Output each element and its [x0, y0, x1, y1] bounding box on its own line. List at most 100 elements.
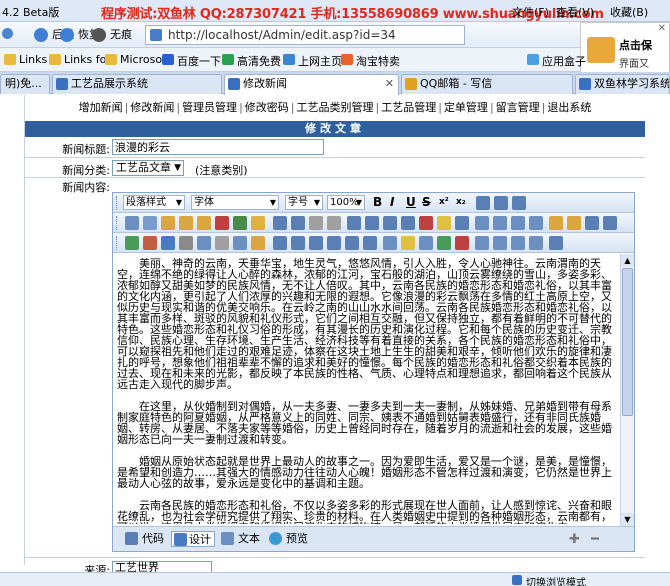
- news-title-input[interactable]: [112, 139, 324, 155]
- underline-icon[interactable]: U: [406, 195, 416, 210]
- nav-logout[interactable]: 退出系统: [547, 101, 591, 114]
- tab-study-system[interactable]: 双鱼林学习系统: [575, 74, 670, 94]
- image-icon[interactable]: [125, 236, 139, 250]
- address-bar[interactable]: [145, 25, 465, 45]
- check-icon[interactable]: [233, 216, 247, 230]
- bookmark-item[interactable]: 百度一下: [162, 53, 221, 69]
- form-icon[interactable]: [549, 216, 563, 230]
- menu-favorites[interactable]: 收藏(B): [610, 4, 648, 20]
- merge-cells-icon[interactable]: [529, 216, 543, 230]
- template-icon[interactable]: [251, 236, 265, 250]
- indent-icon[interactable]: [401, 216, 415, 230]
- link-icon[interactable]: [327, 236, 341, 250]
- print-icon[interactable]: [511, 236, 525, 250]
- anchor-icon[interactable]: [363, 236, 377, 250]
- bookmark-item[interactable]: 应用盒子: [527, 53, 586, 69]
- media-icon[interactable]: [161, 236, 175, 250]
- insert-column-icon[interactable]: [511, 216, 525, 230]
- paste-text-icon[interactable]: [179, 216, 193, 230]
- font-color-icon[interactable]: [419, 216, 433, 230]
- bookmark-item[interactable]: 高清免费: [222, 53, 281, 69]
- marquee-icon[interactable]: [233, 236, 247, 250]
- font-select[interactable]: 字体 ▼: [191, 195, 279, 210]
- paragraph-style-select[interactable]: 段落样式 ▼: [123, 195, 185, 210]
- bookmark-item[interactable]: Links fo: [49, 53, 106, 66]
- fullscreen-icon[interactable]: [529, 236, 543, 250]
- bookmark-item[interactable]: Links: [4, 53, 47, 66]
- unlink-icon[interactable]: [345, 236, 359, 250]
- page-break-icon[interactable]: [273, 236, 287, 250]
- zoom-select[interactable]: 100% ▼: [327, 195, 365, 210]
- url-input[interactable]: [168, 26, 458, 44]
- nav-craft-category[interactable]: 工艺品类别管理: [297, 101, 374, 114]
- date-icon[interactable]: [291, 236, 305, 250]
- redo-icon[interactable]: [291, 216, 305, 230]
- editor-text[interactable]: 美丽、神奇的云南，天垂华宝，地生灵气，悠悠风情，引人入胜，令人心驰神往。云南渭南…: [117, 258, 618, 524]
- delete-icon[interactable]: [215, 216, 229, 230]
- replace-icon[interactable]: [603, 216, 617, 230]
- tab-qq-mail[interactable]: QQ邮箱 - 写信: [401, 74, 573, 94]
- highlight-icon[interactable]: [437, 216, 451, 230]
- zoom-out-icon[interactable]: ━: [591, 532, 599, 547]
- close-tab-icon[interactable]: ✕: [385, 75, 394, 93]
- zoom-icon[interactable]: [475, 236, 489, 250]
- mode-code-button[interactable]: 代码: [125, 531, 164, 547]
- nav-craft-manage[interactable]: 工艺品管理: [381, 101, 436, 114]
- align-right-icon[interactable]: [512, 196, 526, 210]
- tab-prev[interactable]: 明)免...: [0, 74, 50, 94]
- nav-order-manage[interactable]: 定单管理: [444, 101, 488, 114]
- bookmark-item[interactable]: Microso: [105, 53, 162, 66]
- mode-text-button[interactable]: 文本: [221, 531, 260, 547]
- bookmark-item[interactable]: 上网主页: [283, 53, 342, 69]
- scroll-down-icon[interactable]: ▼: [621, 513, 634, 526]
- mode-design-button[interactable]: 设计: [171, 531, 215, 547]
- excel-icon[interactable]: [455, 236, 469, 250]
- subscript-icon[interactable]: x₂: [456, 195, 466, 210]
- layer-icon[interactable]: [567, 216, 581, 230]
- remote-file-icon[interactable]: [197, 236, 211, 250]
- cut-icon[interactable]: [125, 216, 139, 230]
- paste-icon[interactable]: [161, 216, 175, 230]
- nav-edit-news[interactable]: 修改新闻: [130, 101, 174, 114]
- switch-browse-mode[interactable]: 切换浏览模式: [512, 574, 586, 586]
- ordered-list-icon[interactable]: [347, 216, 361, 230]
- undo-icon[interactable]: [273, 216, 287, 230]
- close-icon[interactable]: ✕: [658, 23, 666, 34]
- nav-admin-manage[interactable]: 管理员管理: [182, 101, 237, 114]
- omega-symbol-icon[interactable]: [383, 236, 397, 250]
- insert-row-icon[interactable]: [493, 216, 507, 230]
- italic-icon[interactable]: I: [390, 195, 394, 210]
- remove-format-icon[interactable]: [327, 216, 341, 230]
- find-icon[interactable]: [585, 216, 599, 230]
- select-all-icon[interactable]: [309, 216, 323, 230]
- flash-icon[interactable]: [143, 236, 157, 250]
- editor-content-area[interactable]: 美丽、神奇的云南，天垂华宝，地生灵气，悠悠风情，引人入胜，令人心驰神往。云南渭南…: [113, 254, 634, 526]
- font-size-select[interactable]: 字号 ▼: [285, 195, 323, 210]
- time-icon[interactable]: [309, 236, 323, 250]
- bold-icon[interactable]: B: [373, 195, 382, 210]
- incognito-button[interactable]: 无痕: [92, 25, 132, 45]
- align-left-icon[interactable]: [476, 196, 490, 210]
- strikethrough-icon[interactable]: S: [422, 195, 431, 210]
- outdent-icon[interactable]: [383, 216, 397, 230]
- menu-view[interactable]: 查看(V): [556, 4, 594, 20]
- special-char-icon[interactable]: [419, 236, 433, 250]
- copy-icon[interactable]: [143, 216, 157, 230]
- menu-file[interactable]: 文件(F): [512, 4, 549, 20]
- category-select[interactable]: 工艺品文章 ▼: [112, 160, 184, 176]
- paste-word-icon[interactable]: [197, 216, 211, 230]
- unordered-list-icon[interactable]: [365, 216, 379, 230]
- superscript-icon[interactable]: x²: [439, 195, 449, 210]
- tab-craft-display[interactable]: 工艺品展示系统: [52, 74, 222, 94]
- bookmark-item[interactable]: 淘宝特卖: [341, 53, 400, 69]
- nav-change-password[interactable]: 修改密码: [245, 101, 289, 114]
- spellcheck-icon[interactable]: [437, 236, 451, 250]
- align-center-icon[interactable]: [494, 196, 508, 210]
- nav-add-news[interactable]: 增加新闻: [79, 101, 123, 114]
- nav-message-manage[interactable]: 留言管理: [496, 101, 540, 114]
- file-icon[interactable]: [179, 236, 193, 250]
- help-icon[interactable]: [549, 236, 563, 250]
- editor-scrollbar[interactable]: ▲ ▼: [620, 254, 634, 526]
- preview-icon[interactable]: [493, 236, 507, 250]
- horizontal-rule-icon[interactable]: [215, 236, 229, 250]
